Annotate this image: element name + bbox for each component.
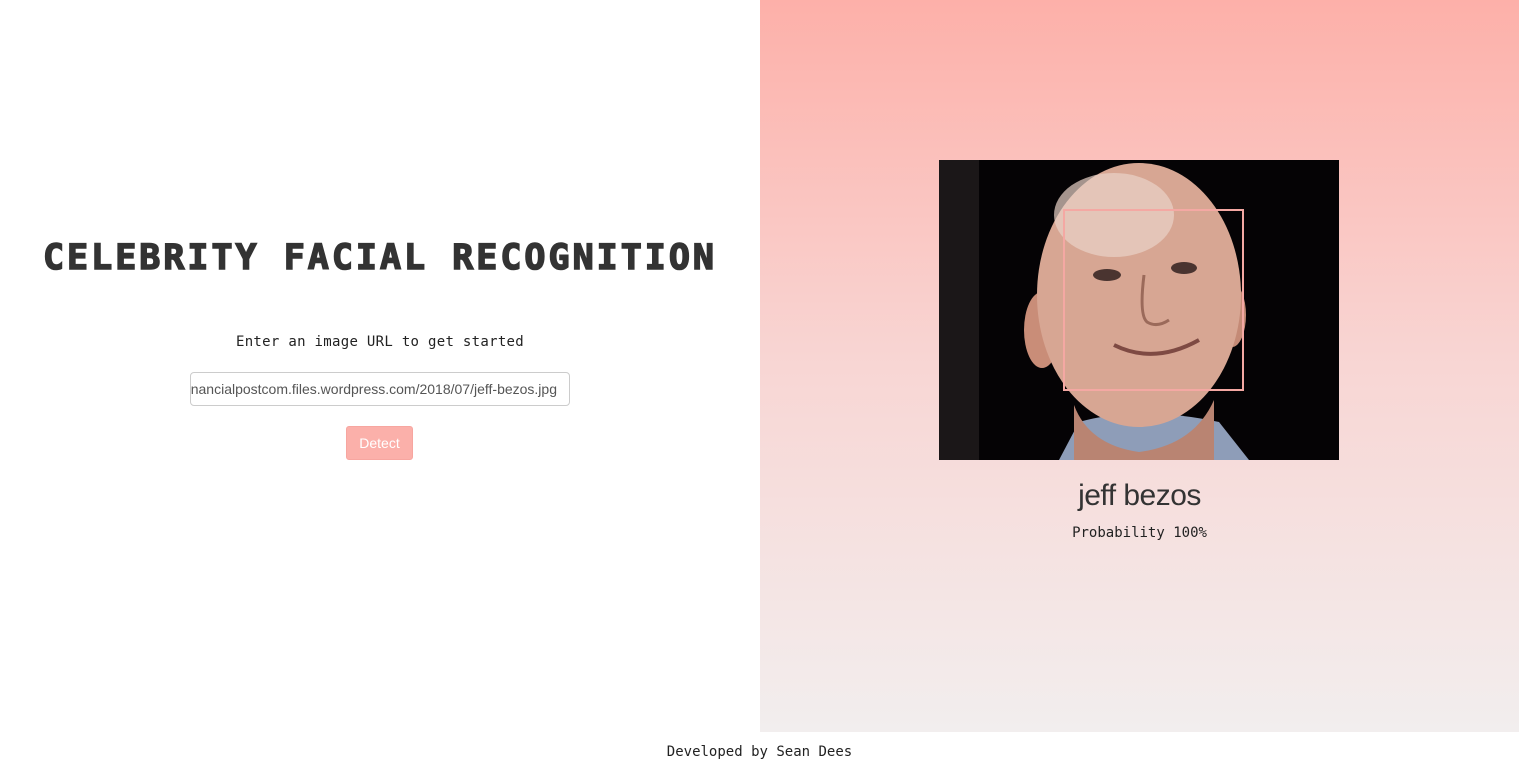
page-title: CELEBRITY FACIAL RECOGNITION [42, 237, 717, 279]
image-url-value: https://financialpostcom.files.wordpress… [190, 381, 557, 397]
search-panel: CELEBRITY FACIAL RECOGNITION Enter an im… [0, 0, 760, 732]
footer-credit: Developed by Sean Dees [666, 744, 853, 760]
page: CELEBRITY FACIAL RECOGNITION Enter an im… [0, 0, 1519, 772]
probability-text: Probability 100% [1072, 525, 1207, 541]
result-panel: jeff bezos Probability 100% [760, 0, 1519, 732]
face-bounding-box [1063, 209, 1244, 391]
page-subtitle: Enter an image URL to get started [235, 334, 525, 350]
image-url-input[interactable]: https://financialpostcom.files.wordpress… [190, 372, 570, 406]
detect-button[interactable]: Detect [346, 426, 413, 460]
celebrity-photo [939, 160, 1339, 460]
celebrity-name: jeff bezos [1078, 479, 1201, 512]
